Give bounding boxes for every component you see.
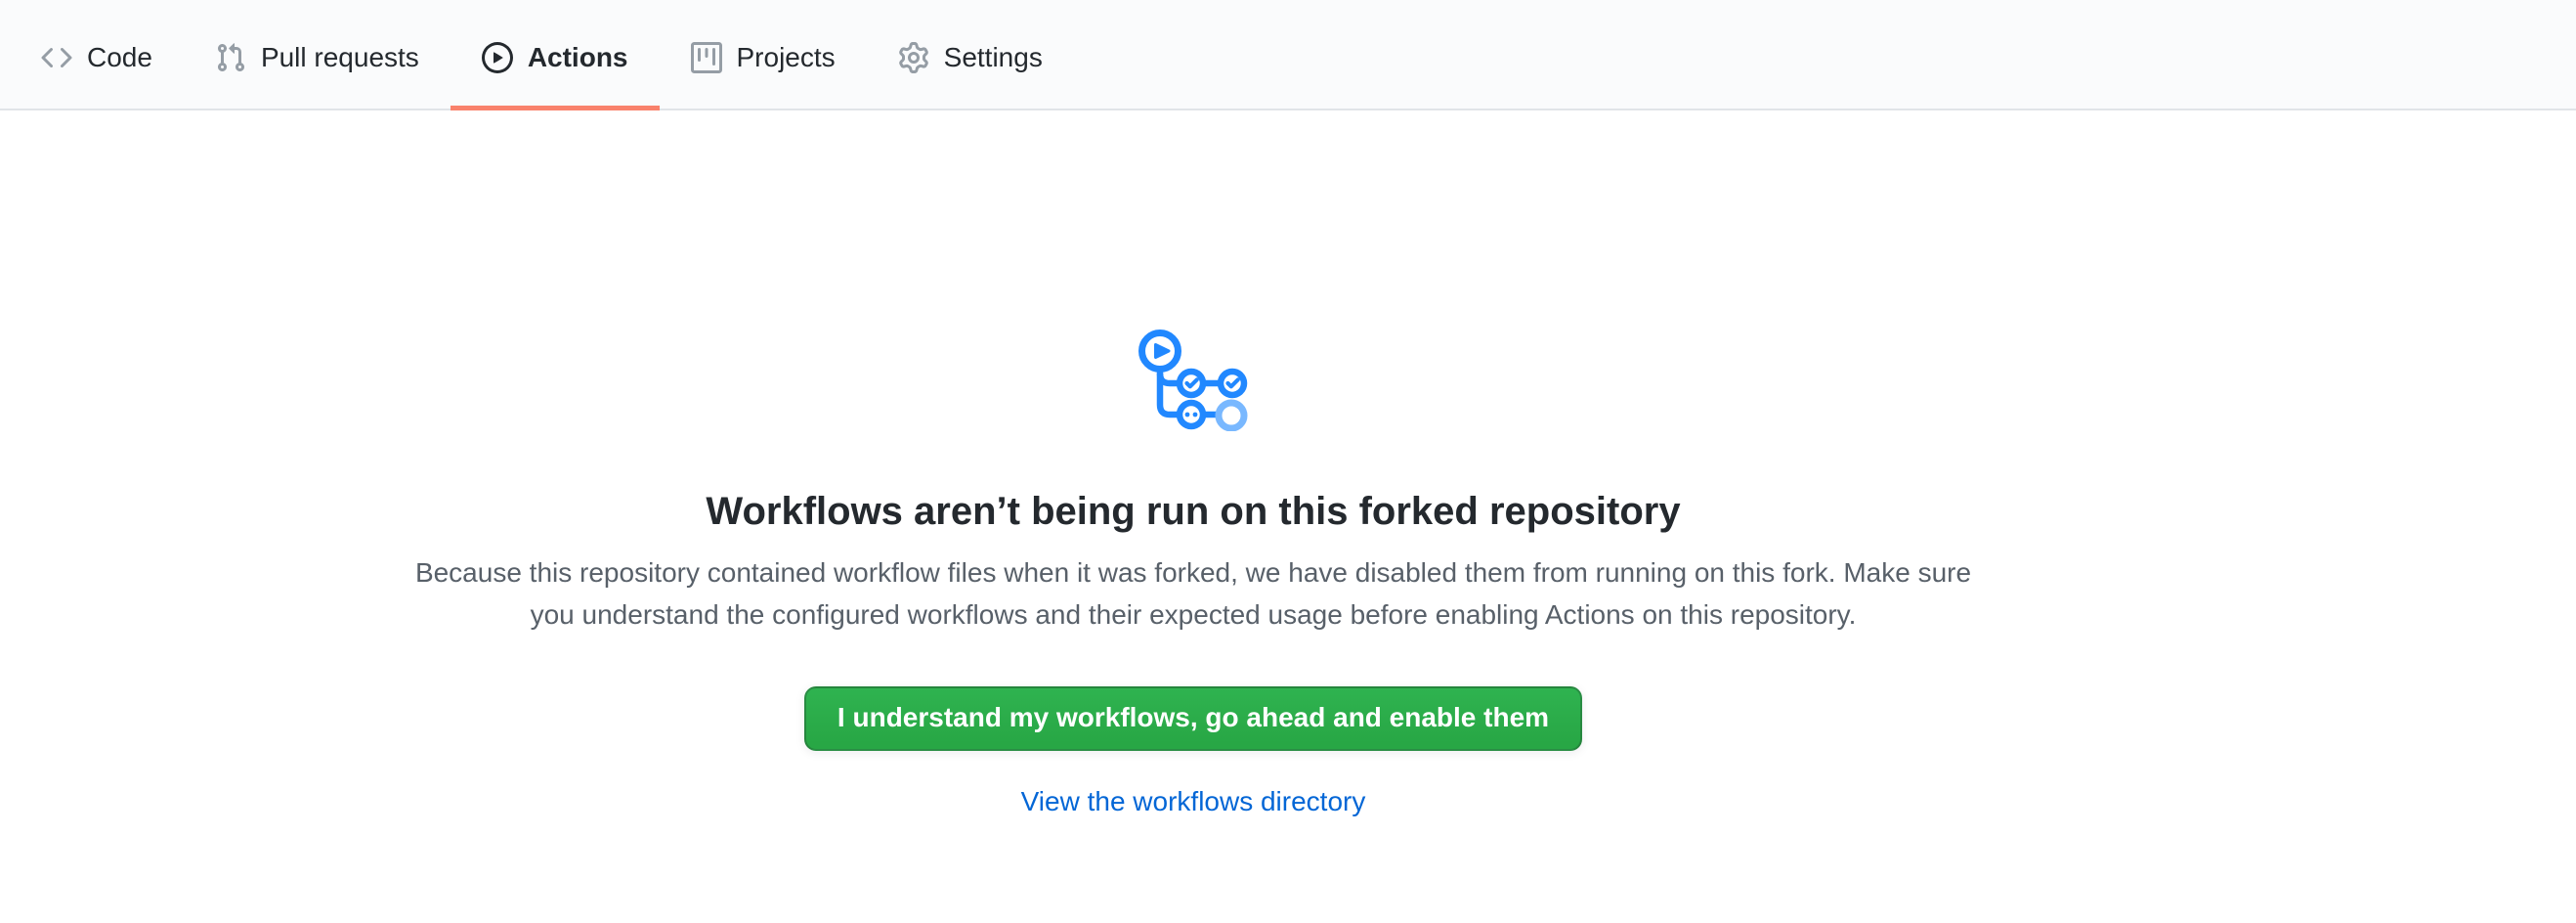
- tab-code[interactable]: Code: [10, 0, 184, 109]
- tab-projects[interactable]: Projects: [660, 0, 867, 109]
- workflow-graph-icon: [1138, 330, 1248, 431]
- repo-nav: Code Pull requests Actions Projects Sett…: [0, 0, 2576, 110]
- actions-blankslate: Workflows aren’t being run on this forke…: [0, 110, 2386, 817]
- git-pull-request-icon: [215, 42, 246, 73]
- tab-actions[interactable]: Actions: [451, 0, 660, 109]
- tab-projects-label: Projects: [737, 44, 836, 71]
- view-workflows-link[interactable]: View the workflows directory: [1021, 786, 1366, 817]
- project-icon: [691, 42, 722, 73]
- view-link-row: View the workflows directory: [0, 786, 2386, 817]
- gear-icon: [898, 42, 929, 73]
- tab-code-label: Code: [87, 44, 152, 71]
- tab-pull-requests[interactable]: Pull requests: [184, 0, 451, 109]
- play-icon: [482, 42, 513, 73]
- enable-button-row: I understand my workflows, go ahead and …: [0, 686, 2386, 751]
- code-icon: [41, 42, 72, 73]
- tab-actions-label: Actions: [528, 44, 628, 71]
- tab-pull-requests-label: Pull requests: [261, 44, 419, 71]
- blankslate-description: Because this repository contained workfl…: [402, 551, 1985, 636]
- enable-workflows-button[interactable]: I understand my workflows, go ahead and …: [804, 686, 1582, 751]
- tab-settings[interactable]: Settings: [867, 0, 1074, 109]
- blankslate-heading: Workflows aren’t being run on this forke…: [0, 487, 2386, 536]
- tab-settings-label: Settings: [944, 44, 1043, 71]
